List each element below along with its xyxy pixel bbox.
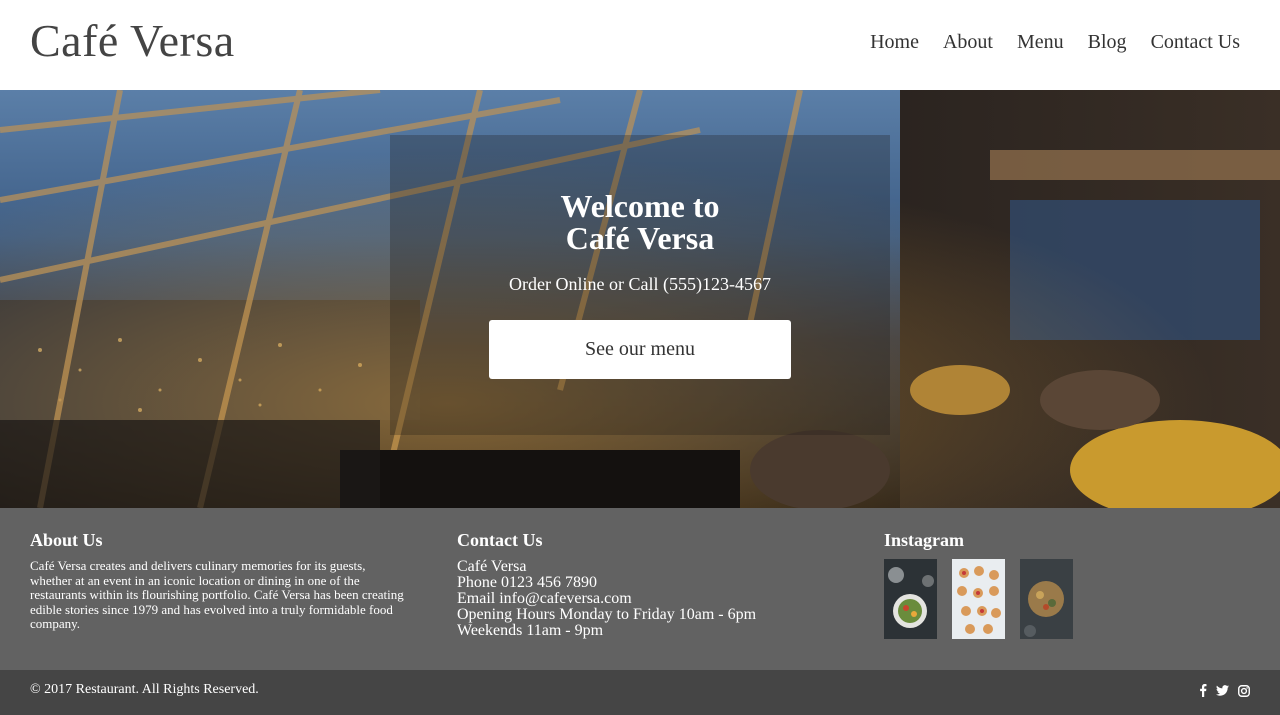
- main-nav: Home About Menu Blog Contact Us: [870, 31, 1240, 54]
- hero-subtitle: Order Online or Call (555)123-4567: [509, 274, 771, 294]
- contact-email: Email info@cafeversa.com: [457, 590, 632, 607]
- copyright-text: © 2017 Restaurant. All Rights Reserved.: [30, 682, 259, 697]
- brand-logo[interactable]: Café Versa: [30, 14, 235, 67]
- social-links: [1199, 684, 1250, 697]
- contact-phone: Phone 0123 456 7890: [457, 574, 597, 591]
- hero-title-line-2: Café Versa: [565, 220, 715, 256]
- site-footer: About Us Café Versa creates and delivers…: [0, 508, 1280, 670]
- instagram-heading: Instagram: [884, 530, 964, 550]
- nav-blog[interactable]: Blog: [1088, 31, 1127, 54]
- site-header: Café Versa Home About Menu Blog Contact …: [0, 0, 1280, 90]
- instagram-thumb-salad[interactable]: [884, 559, 937, 639]
- hero-title-line-1: Welcome to: [560, 188, 720, 224]
- contact-heading: Contact Us: [457, 530, 543, 550]
- instagram-thumb-canapes[interactable]: [952, 559, 1005, 639]
- instagram-column: Instagram: [884, 530, 1184, 639]
- instagram-icon[interactable]: [1238, 684, 1250, 697]
- nav-home[interactable]: Home: [870, 31, 919, 54]
- nav-contact[interactable]: Contact Us: [1151, 31, 1240, 54]
- facebook-icon[interactable]: [1199, 684, 1207, 697]
- instagram-thumb-grain-bowl[interactable]: [1020, 559, 1073, 639]
- contact-hours-weekend: Weekends 11am - 9pm: [457, 622, 604, 639]
- contact-hours-weekday: Opening Hours Monday to Friday 10am - 6p…: [457, 606, 757, 623]
- nav-about[interactable]: About: [943, 31, 993, 54]
- bottom-bar: © 2017 Restaurant. All Rights Reserved.: [0, 670, 1280, 715]
- about-text: Café Versa creates and delivers culinary…: [30, 558, 404, 631]
- hero-section: Welcome to Café Versa Order Online or Ca…: [0, 90, 1280, 508]
- see-menu-button[interactable]: See our menu: [489, 320, 791, 379]
- hero-title: Welcome to Café Versa: [390, 190, 890, 254]
- about-column: About Us Café Versa creates and delivers…: [30, 530, 410, 632]
- instagram-gallery: [884, 559, 1184, 639]
- twitter-icon[interactable]: [1216, 685, 1229, 696]
- contact-name: Café Versa: [457, 558, 527, 575]
- contact-column: Contact Us Café Versa Phone 0123 456 789…: [457, 530, 837, 639]
- nav-menu[interactable]: Menu: [1017, 31, 1064, 54]
- about-heading: About Us: [30, 530, 103, 550]
